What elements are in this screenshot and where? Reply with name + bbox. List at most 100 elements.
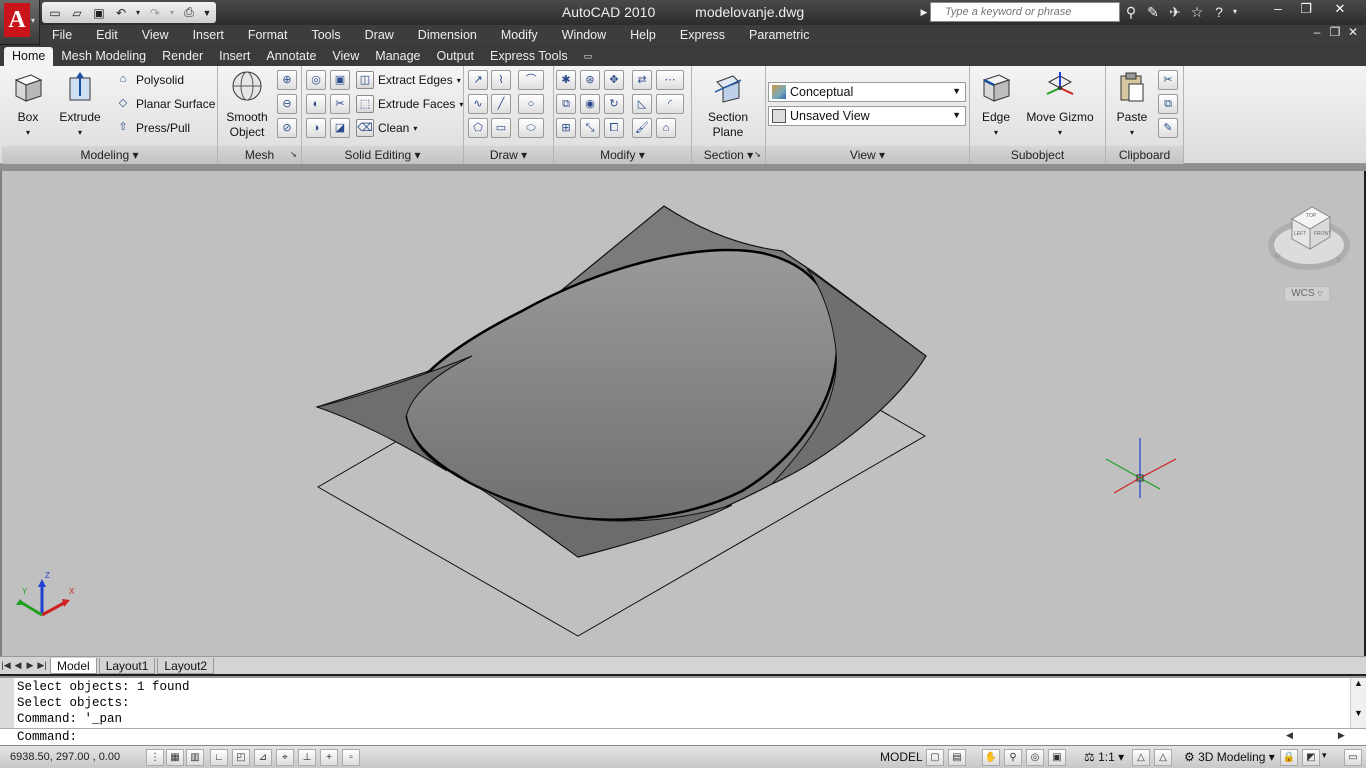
panel-title-modeling[interactable]: Modeling ▾ [2,146,217,164]
viewcube-left-label[interactable]: LEFT [1294,231,1306,237]
infer-constraints-icon[interactable]: ⋮ [146,749,164,766]
viewcube[interactable]: TOP LEFT FRONT W S [1266,199,1352,271]
stretch-icon[interactable]: ◺ [632,94,652,114]
quick-view-drawings-icon[interactable]: ▤ [948,749,966,766]
menu-window[interactable]: Window [550,28,618,42]
help-dropdown-icon[interactable]: ▾ [1230,2,1240,22]
3d-mirror-icon[interactable]: ⧉ [556,94,576,114]
favorites-star-icon[interactable]: ☆ [1186,2,1208,22]
snap-mode-icon[interactable]: ▦ [166,749,184,766]
menu-file[interactable]: File [40,28,84,42]
box-button[interactable]: Box ▾ [6,70,50,140]
doc-close-button[interactable]: ✕ [1344,25,1362,39]
extrude-faces-button[interactable]: ⬚ Extrude Faces ▾ [356,94,463,114]
search-input[interactable] [930,2,1120,22]
panel-title-subobject[interactable]: Subobject [970,146,1105,164]
clean-screen-icon[interactable]: ▭ [1344,749,1362,766]
status-menu-icon[interactable]: ▾ [1322,750,1327,761]
offset-icon[interactable]: ⋯ [656,70,684,90]
subtract-icon[interactable]: ◐ [306,94,326,114]
panel-title-section[interactable]: Section ▾ ➘ [692,146,765,164]
tab-mesh-modeling[interactable]: Mesh Modeling [53,47,154,66]
mesh-convert-icon[interactable]: ⊘ [277,118,297,138]
menu-tools[interactable]: Tools [299,28,352,42]
tab-express-tools[interactable]: Express Tools [482,47,576,66]
dynamic-ucs-icon[interactable]: + [320,749,338,766]
viewcube-top-label[interactable]: TOP [1306,213,1316,219]
new-file-icon[interactable]: ▭ [46,5,64,21]
move-gizmo-button[interactable]: Move Gizmo ▾ [1022,70,1098,140]
circle-icon[interactable]: ○ [518,94,544,114]
next-tab-icon[interactable]: ▶ [24,660,36,671]
menu-insert[interactable]: Insert [181,28,236,42]
separate-icon[interactable]: ◪ [330,118,350,138]
plot-icon[interactable]: ⎙ [180,5,198,21]
erase-icon[interactable]: ⌂ [656,118,676,138]
maximize-button[interactable]: ❐ [1292,0,1320,20]
menu-modify[interactable]: Modify [489,28,550,42]
panel-title-draw[interactable]: Draw ▾ [464,146,553,164]
application-menu-button[interactable]: A ▾ [0,0,40,44]
intersect-icon[interactable]: ◑ [306,118,326,138]
tab-render[interactable]: Render [154,47,211,66]
zoom-icon[interactable]: ⚲ [1004,749,1022,766]
planar-surface-button[interactable]: ◇ Planar Surface [114,94,216,114]
panel-title-clipboard[interactable]: Clipboard [1106,146,1183,164]
compass-w-label[interactable]: W [1274,253,1281,260]
fillet-icon[interactable]: ◜ [656,94,684,114]
undo-dropdown-icon[interactable]: ▾ [134,5,142,21]
mesh-smooth-less-icon[interactable]: ⊖ [277,94,297,114]
panel-title-solid-editing[interactable]: Solid Editing ▾ [302,146,463,164]
menu-format[interactable]: Format [236,28,300,42]
slice-icon[interactable]: ✂ [330,94,350,114]
align-icon[interactable]: ⇄ [632,70,652,90]
subscription-center-icon[interactable]: ✎ [1142,2,1164,22]
polar-tracking-icon[interactable]: ◰ [232,749,250,766]
model-space-button[interactable]: MODEL [880,750,923,764]
section-plane-button[interactable]: Section Plane [700,70,756,140]
binoculars-icon[interactable]: ⚲ [1120,2,1142,22]
drawing-canvas[interactable] [2,171,1364,656]
tab-home[interactable]: Home [4,47,54,66]
command-hscroll[interactable]: ◀ ▶ [1286,730,1366,744]
scroll-up-icon[interactable]: ▲ [1351,678,1366,688]
explode-icon[interactable]: ✱ [556,70,576,90]
rectangle-icon[interactable]: ▭ [491,118,511,138]
menu-draw[interactable]: Draw [353,28,406,42]
annotation-scale-dropdown[interactable]: ⚖ 1:1 ▾ [1084,750,1124,764]
help-icon[interactable]: ? [1208,2,1230,22]
mesh-refine-icon[interactable]: ⊕ [277,70,297,90]
array-icon[interactable]: ⊞ [556,118,576,138]
workspace-switch-dropdown[interactable]: ⚙ 3D Modeling ▾ [1184,750,1275,764]
tab-insert[interactable]: Insert [211,47,258,66]
extract-edges-button[interactable]: ◫ Extract Edges ▾ [356,70,461,90]
polygon-icon[interactable]: ⬠ [468,118,488,138]
redo-dropdown-icon[interactable]: ▾ [168,5,176,21]
3d-move-icon[interactable]: ✥ [604,70,624,90]
3d-osnap-icon[interactable]: ⌖ [276,749,294,766]
close-button[interactable]: ✕ [1320,0,1360,20]
smooth-object-button[interactable]: Smooth Object [222,70,272,140]
pan-icon[interactable]: ✋ [982,749,1000,766]
extrude-button[interactable]: Extrude ▾ [54,70,106,140]
qat-dropdown-icon[interactable]: ▼ [202,5,212,21]
annotation-visibility-icon[interactable]: △ [1132,749,1150,766]
isolate-objects-icon[interactable]: ◩ [1302,749,1320,766]
doc-restore-button[interactable]: ❐ [1326,25,1344,39]
drawing-viewport[interactable]: TOP LEFT FRONT W S WCS ▽ Z X Y [2,171,1364,656]
scale-icon[interactable]: ⤡ [580,118,600,138]
viewcube-front-label[interactable]: FRONT [1314,231,1331,237]
command-scrollbar[interactable]: ▲ ▼ [1350,678,1366,728]
tab-view[interactable]: View [324,47,367,66]
object-snap-tracking-icon[interactable]: ⊥ [298,749,316,766]
expand-search-icon[interactable]: ▶ [918,2,930,22]
clean-button[interactable]: ⌫ Clean ▾ [356,118,417,138]
steering-wheel-icon[interactable]: ◎ [1026,749,1044,766]
communication-center-icon[interactable]: ✈ [1164,2,1186,22]
line-draw-icon[interactable]: ╱ [491,94,511,114]
cut-icon[interactable]: ✂ [1158,70,1178,90]
layout-tab-layout1[interactable]: Layout1 [98,657,156,674]
3d-rotate-icon[interactable]: ⊛ [580,70,600,90]
command-line[interactable]: Command: ◀ ▶ [0,728,1366,745]
layout-tab-layout2[interactable]: Layout2 [157,657,215,674]
